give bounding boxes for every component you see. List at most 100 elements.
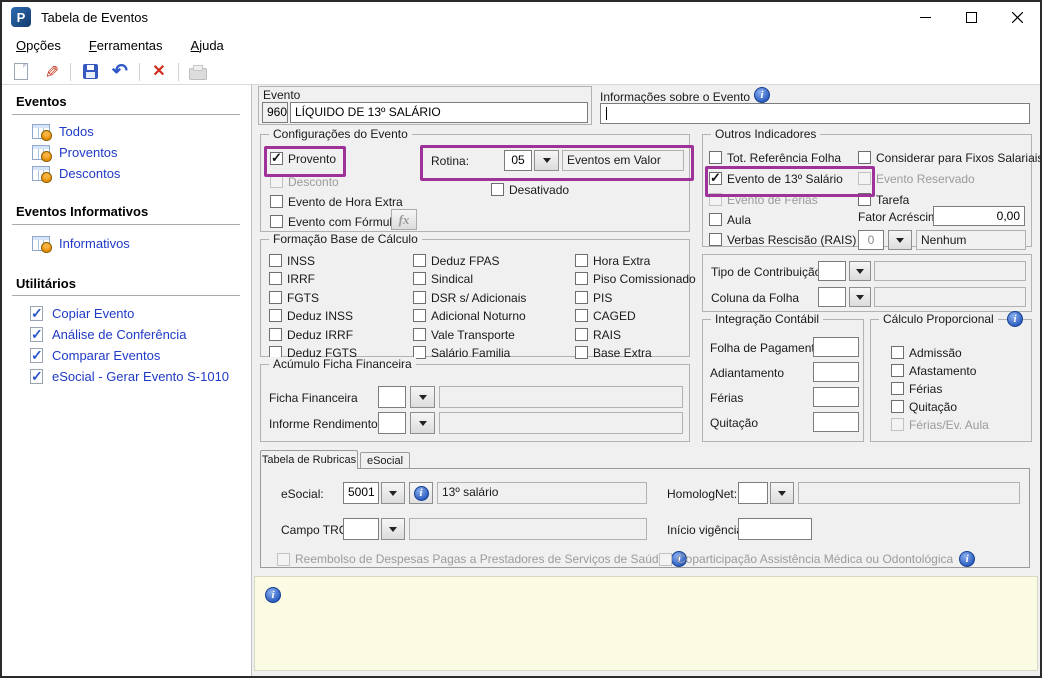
checkbox-inss[interactable]: INSS xyxy=(269,253,315,268)
coluna-folha-field[interactable] xyxy=(818,287,846,307)
checkbox-provento[interactable]: Provento xyxy=(270,150,336,166)
checkbox-admissao[interactable]: Admissão xyxy=(891,345,962,360)
checkbox-box xyxy=(709,193,722,206)
folha-pagamento-field[interactable] xyxy=(813,337,859,357)
ferias-field[interactable] xyxy=(813,387,859,407)
quitacao-label: Quitação xyxy=(710,416,759,430)
sidebar-divider xyxy=(12,295,240,296)
checkbox-base-extra[interactable]: Base Extra xyxy=(575,345,652,360)
checkbox-sindical[interactable]: Sindical xyxy=(413,271,473,286)
checkbox-irrf[interactable]: IRRF xyxy=(269,271,315,286)
undo-arrow-icon: ↶ xyxy=(112,61,128,82)
verbas-rescisao-value-field[interactable]: 0 xyxy=(858,230,884,250)
checkbox-calc-quitacao[interactable]: Quitação xyxy=(891,399,957,414)
tab-esocial[interactable]: eSocial xyxy=(360,452,410,469)
quitacao-field[interactable] xyxy=(813,412,859,432)
checkbox-box xyxy=(491,183,504,196)
maximize-button[interactable] xyxy=(948,2,994,32)
checkbox-piso-comissionado[interactable]: Piso Comissionado xyxy=(575,271,696,286)
coluna-folha-dropdown-button[interactable] xyxy=(849,287,871,307)
rotina-value-field[interactable]: 05 xyxy=(504,150,532,171)
formacao-group: Formação Base de Cálculo INSS IRRF FGTS … xyxy=(260,232,696,360)
delete-button[interactable]: ✕ xyxy=(148,62,170,82)
checkbox-evento-com-formula[interactable]: Evento com Fórmula xyxy=(270,214,399,229)
save-button[interactable] xyxy=(79,62,101,82)
checkbox-verbas-rescisao-rais[interactable]: Verbas Rescisão (RAIS) xyxy=(709,232,856,247)
checkbox-dsr-adicionais[interactable]: DSR s/ Adicionais xyxy=(413,290,526,305)
info-icon[interactable] xyxy=(1007,311,1023,327)
evento-code-field[interactable]: 960 xyxy=(262,102,288,123)
verbas-rescisao-dropdown-button[interactable] xyxy=(888,230,912,250)
sidebar-item-copiar-evento[interactable]: Copiar Evento xyxy=(30,305,134,322)
checkbox-desativado[interactable]: Desativado xyxy=(491,182,569,197)
evento-name-field[interactable]: LÍQUIDO DE 13º SALÁRIO xyxy=(290,102,588,123)
close-button[interactable] xyxy=(994,2,1040,32)
checkbox-evento-13-salario[interactable]: Evento de 13º Salário xyxy=(709,170,843,186)
tipo-contribuicao-dropdown-button[interactable] xyxy=(849,261,871,281)
ficha-financeira-field[interactable] xyxy=(378,386,406,408)
checkbox-evento-hora-extra[interactable]: Evento de Hora Extra xyxy=(270,194,403,209)
menu-ferramentas[interactable]: Ferramentas xyxy=(89,38,163,53)
checkbox-pis[interactable]: PIS xyxy=(575,290,612,305)
checkbox-fgts[interactable]: FGTS xyxy=(269,290,319,305)
info-evento-input[interactable] xyxy=(600,103,1030,124)
sidebar-item-comparar-eventos[interactable]: Comparar Eventos xyxy=(30,347,160,364)
sidebar-item-descontos[interactable]: Descontos xyxy=(32,166,120,183)
toolbar-separator xyxy=(139,62,140,81)
info-icon[interactable] xyxy=(754,87,770,103)
campo-trct-field[interactable] xyxy=(343,518,379,540)
info-icon[interactable] xyxy=(959,551,976,567)
informe-rendimentos-field[interactable] xyxy=(378,412,406,434)
menu-opcoes[interactable]: Opções xyxy=(16,38,61,53)
info-icon[interactable] xyxy=(265,587,281,603)
formula-fx-button[interactable]: fx xyxy=(391,209,417,230)
checkbox-deduz-fpas[interactable]: Deduz FPAS xyxy=(413,253,499,268)
sidebar-item-esocial-s1010[interactable]: eSocial - Gerar Evento S-1010 xyxy=(30,368,229,385)
checkbox-aula[interactable]: Aula xyxy=(709,212,751,227)
checkbox-adicional-noturno[interactable]: Adicional Noturno xyxy=(413,308,526,323)
minimize-button[interactable] xyxy=(902,2,948,32)
tipo-contribuicao-field[interactable] xyxy=(818,261,846,281)
rotina-dropdown-button[interactable] xyxy=(534,150,559,171)
sidebar-section-eventos: Eventos xyxy=(16,94,67,109)
informe-rendimentos-dropdown-button[interactable] xyxy=(410,412,435,434)
new-button[interactable] xyxy=(10,62,32,82)
checkbox-caged[interactable]: CAGED xyxy=(575,308,636,323)
undo-button[interactable]: ↶ xyxy=(109,62,131,82)
checkbox-salario-familia[interactable]: Salário Familia xyxy=(413,345,510,360)
checkbox-hora-extra[interactable]: Hora Extra xyxy=(575,253,650,268)
esocial-dropdown-button[interactable] xyxy=(381,482,405,504)
checkbox-afastamento[interactable]: Afastamento xyxy=(891,363,976,378)
ficha-financeira-dropdown-button[interactable] xyxy=(410,386,435,408)
fator-acrescimo-field[interactable]: 0,00 xyxy=(933,206,1025,226)
edit-button[interactable]: ✎ xyxy=(40,62,62,82)
checkbox-vale-transporte[interactable]: Vale Transporte xyxy=(413,327,515,342)
homolognet-dropdown-button[interactable] xyxy=(770,482,794,504)
checkbox-calc-ferias[interactable]: Férias xyxy=(891,381,942,396)
checkbox-tot-referencia-folha[interactable]: Tot. Referência Folha xyxy=(709,150,841,165)
events-grid-icon xyxy=(32,145,52,162)
integracao-contabil-title: Integração Contábil xyxy=(711,312,824,326)
checkbox-tarefa[interactable]: Tarefa xyxy=(858,192,909,207)
esocial-code-field[interactable]: 5001 xyxy=(343,482,379,504)
pencil-icon: ✎ xyxy=(41,64,61,79)
tab-tabela-de-rubricas[interactable]: Tabela de Rubricas xyxy=(260,450,358,469)
adiantamento-field[interactable] xyxy=(813,362,859,382)
campo-trct-dropdown-button[interactable] xyxy=(381,518,405,540)
checkbox-box xyxy=(270,195,283,208)
checkbox-box xyxy=(413,272,426,285)
inicio-vigencia-field[interactable] xyxy=(738,518,812,540)
homolognet-label: HomologNet: xyxy=(667,487,738,501)
menu-ajuda[interactable]: Ajuda xyxy=(191,38,224,53)
homolognet-field[interactable] xyxy=(738,482,768,504)
configuracoes-group: Configurações do Evento Provento Descont… xyxy=(260,127,694,232)
checkbox-rais[interactable]: RAIS xyxy=(575,327,621,342)
sidebar-item-informativos[interactable]: Informativos xyxy=(32,236,130,253)
sidebar-item-todos[interactable]: Todos xyxy=(32,124,94,141)
esocial-info-button[interactable] xyxy=(409,482,433,504)
sidebar-item-proventos[interactable]: Proventos xyxy=(32,145,118,162)
checkbox-deduz-inss[interactable]: Deduz INSS xyxy=(269,308,353,323)
checkbox-deduz-irrf[interactable]: Deduz IRRF xyxy=(269,327,353,342)
checkbox-considerar-fixos-salariais[interactable]: Considerar para Fixos Salariais xyxy=(858,150,1040,165)
sidebar-item-analise-conferencia[interactable]: Análise de Conferência xyxy=(30,326,186,343)
